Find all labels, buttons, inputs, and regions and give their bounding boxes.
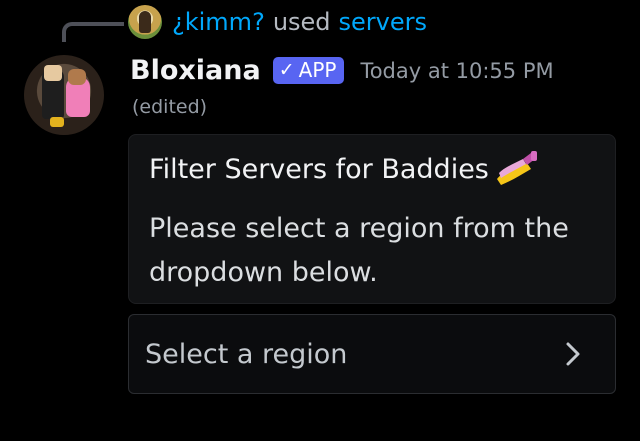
region-select-placeholder[interactable]: Select a region [145,339,563,370]
reply-command[interactable]: servers [339,8,427,36]
embed-description: Please select a region from the dropdown… [149,213,569,288]
reply-connector [62,22,124,42]
reply-used-text: used [272,8,331,36]
message-timestamp[interactable]: Today at 10:55 PM [360,59,553,83]
chevron-right-icon[interactable] [563,340,583,368]
author-name[interactable]: Bloxiana [130,55,261,86]
chat-message: ¿kimm? used servers Bloxiana ✓ APP Today… [0,0,640,441]
nail-polish-icon [496,151,537,185]
embed-card: Filter Servers for Baddies Please select… [128,134,616,304]
reply-user-avatar[interactable] [128,5,162,39]
edited-label: (edited) [132,96,208,118]
embed-title: Filter Servers for Baddies [149,149,539,189]
app-badge: ✓ APP [272,57,345,84]
author-avatar[interactable] [24,55,104,135]
reply-context[interactable]: ¿kimm? used servers [128,4,427,40]
app-badge-label: APP [298,58,337,82]
reply-username[interactable]: ¿kimm? [172,8,265,36]
message-header: Bloxiana ✓ APP Today at 10:55 PM [130,55,554,86]
embed-title-text: Filter Servers for Baddies [149,153,489,185]
verified-check-icon: ✓ [278,59,295,81]
region-select[interactable]: Select a region [128,314,616,394]
